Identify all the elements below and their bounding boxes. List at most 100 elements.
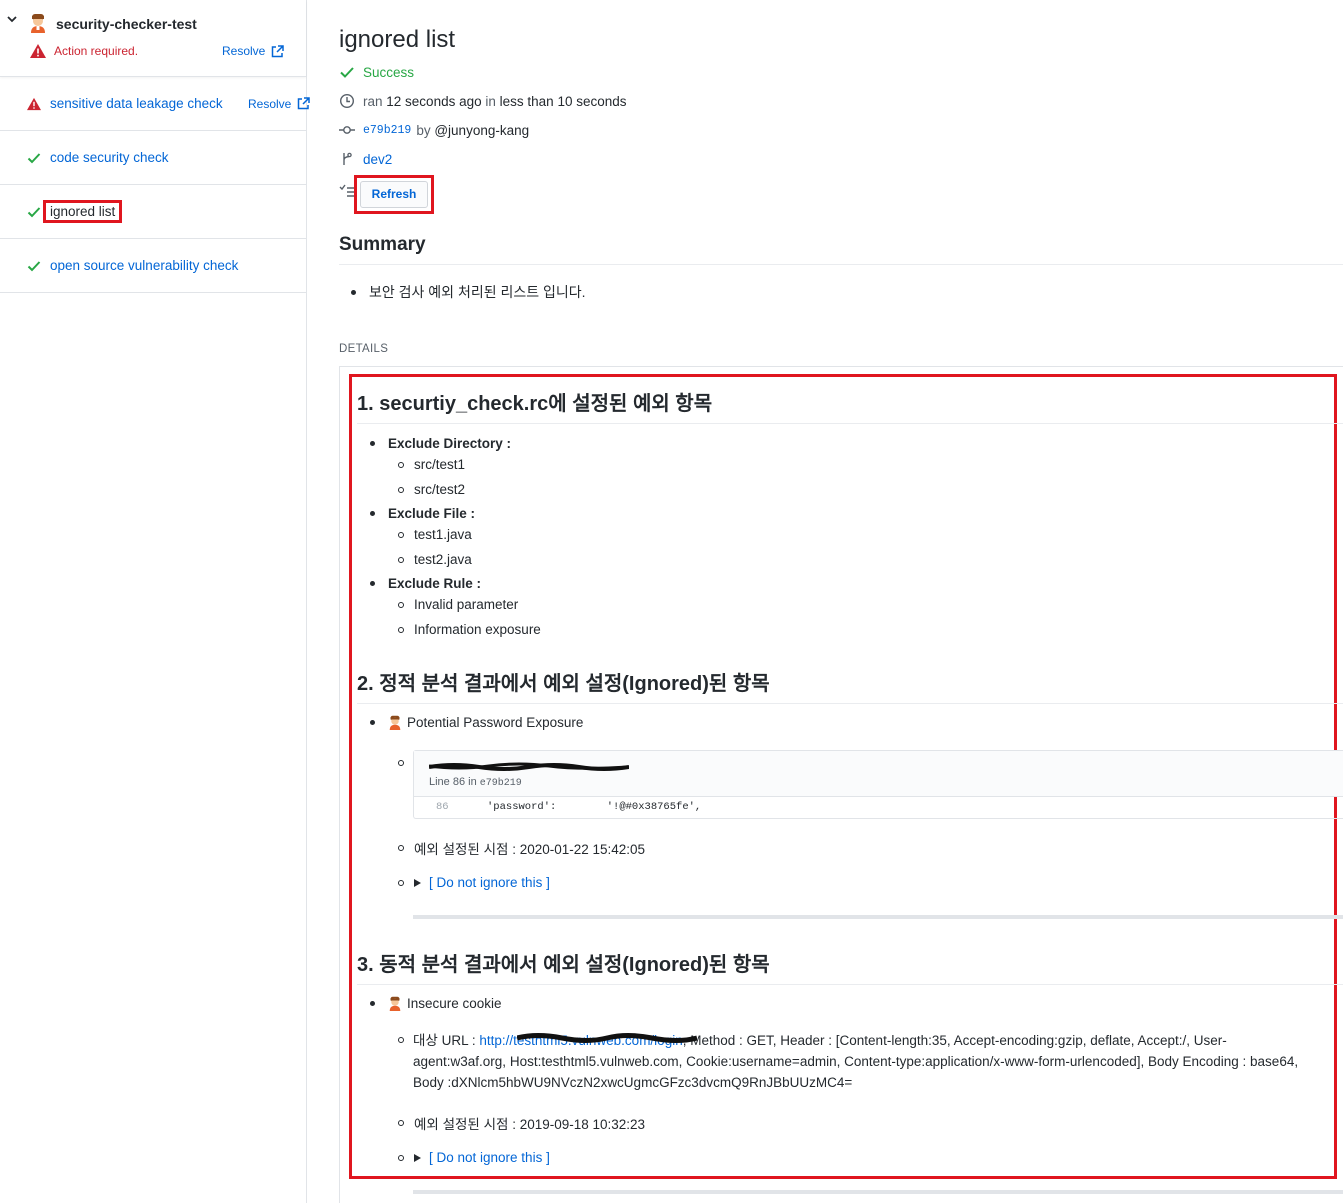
code-snippet: Line 86 in e79b219 86 'password': '!@#0x… (413, 750, 1343, 819)
alert-icon (30, 44, 46, 58)
bullet (398, 1154, 404, 1161)
ran-prefix: ran (363, 93, 383, 109)
ignored-timestamp: 예외 설정된 시점 : 2019-09-18 10:32:23 (414, 1117, 646, 1132)
in-word: in (485, 93, 496, 109)
sidebar-item-label: open source vulnerability check (50, 258, 239, 273)
divider (413, 1190, 1343, 1194)
resolve-link[interactable]: Resolve (248, 96, 311, 111)
list-item: test1.java (398, 527, 472, 542)
ran-when: 12 seconds ago (386, 93, 482, 109)
refresh-highlight: Refresh (354, 175, 434, 214)
sidebar-item-label: code security check (50, 150, 169, 165)
bullet (351, 289, 356, 295)
bullet (370, 720, 375, 725)
details-label: DETAILS (339, 343, 389, 355)
exclude-group-title: Exclude File : (388, 506, 476, 521)
branch-link[interactable]: dev2 (363, 152, 392, 167)
exclude-file-item: Exclude File : (370, 506, 475, 521)
bullet (398, 601, 404, 608)
code-line-info: Line 86 in e79b219 (429, 776, 522, 789)
list-item: test2.java (398, 552, 472, 567)
list-item: Invalid parameter (398, 597, 518, 612)
sidebar-item-label: ignored list (42, 200, 123, 223)
code-sha-link[interactable]: e79b219 (480, 778, 522, 789)
divider (413, 915, 1343, 919)
bullet (398, 626, 404, 633)
list-item: src/test1 (398, 457, 465, 472)
code-bullet (398, 760, 414, 766)
ran-row: ran 12 seconds ago in less than 10 secon… (339, 93, 627, 109)
external-link-icon (272, 44, 285, 57)
resolve-label: Resolve (222, 44, 266, 58)
summary-item-text: 보안 검사 예외 처리된 리스트 입니다. (369, 284, 586, 300)
bullet (370, 511, 375, 516)
branch-icon (343, 152, 352, 165)
do-not-ignore-item: [ Do not ignore this ] (398, 875, 550, 890)
do-not-ignore-link[interactable]: [ Do not ignore this ] (429, 1150, 550, 1165)
refresh-button[interactable]: Refresh (360, 181, 428, 208)
sidebar-item-code-security-check[interactable]: code security check (0, 131, 306, 185)
check-icon (27, 260, 41, 271)
sidebar-item-label: sensitive data leakage check (50, 96, 223, 111)
redacted-file-path (429, 762, 629, 771)
list-item: Information exposure (398, 622, 541, 637)
bullet (398, 531, 404, 538)
list-item-text: test1.java (414, 527, 472, 542)
check-icon (27, 206, 41, 217)
list-item-text: Information exposure (414, 622, 541, 637)
author[interactable]: @junyong-kang (434, 123, 529, 138)
list-item-text: src/test2 (414, 482, 466, 497)
exclude-rule-item: Exclude Rule : (370, 576, 481, 591)
target-prefix: 대상 URL : (413, 1033, 480, 1048)
external-link-icon (298, 97, 311, 110)
code-body: 86 'password': '!@#0x38765fe', (414, 797, 1343, 819)
action-required-text: Action required. (54, 44, 139, 58)
do-not-ignore-link[interactable]: [ Do not ignore this ] (429, 875, 550, 890)
sidebar: security-checker-test Action required. R… (0, 0, 311, 1203)
bullet (398, 879, 404, 886)
section1-heading: 1. securtiy_check.rc에 설정된 예외 항목 (357, 387, 1343, 424)
exclude-directory-item: Exclude Directory : (370, 436, 511, 451)
list-item-text: src/test1 (414, 457, 466, 472)
commit-row: e79b219 by @junyong-kang (339, 122, 529, 138)
by-word: by (416, 122, 431, 138)
status-text: Success (363, 64, 415, 80)
line-number: 86 (436, 801, 449, 813)
bullet (398, 845, 404, 851)
summary-heading: Summary (339, 234, 1343, 265)
triangle-right-icon[interactable] (414, 878, 421, 887)
exclude-group-title: Exclude Rule : (388, 576, 482, 591)
list-item-text: test2.java (414, 552, 472, 567)
sidebar-item-sensitive-data-leakage-check[interactable]: sensitive data leakage check Resolve (0, 77, 311, 131)
bullet (398, 461, 404, 468)
app-header: security-checker-test Action required. R… (0, 0, 306, 77)
chevron-down-icon[interactable] (7, 14, 17, 24)
avatar-icon (389, 996, 401, 1011)
summary-item: 보안 검사 예외 처리된 리스트 입니다. (351, 282, 586, 302)
resolve-link[interactable]: Resolve (222, 44, 285, 58)
triangle-right-icon[interactable] (414, 1153, 421, 1162)
tasklist-icon (339, 184, 354, 197)
bullet (398, 1120, 404, 1126)
ignored-timestamp-item: 예외 설정된 시점 : 2020-01-22 15:42:05 (398, 838, 645, 858)
section2-heading: 2. 정적 분석 결과에서 예외 설정(Ignored)된 항목 (357, 667, 1343, 704)
bullet (398, 556, 404, 563)
bullet (370, 441, 375, 446)
sidebar-item-open-source-vulnerability-check[interactable]: open source vulnerability check (0, 239, 306, 293)
resolve-label: Resolve (248, 96, 292, 111)
bullet (370, 1001, 375, 1006)
bullet (398, 486, 404, 493)
clock-icon (339, 93, 355, 109)
target-url-wrap: http://testhtml5.vulnweb.com/login (479, 1033, 698, 1048)
finding-item: Insecure cookie (370, 996, 502, 1011)
status-row: Success (339, 64, 414, 80)
check-icon (27, 152, 41, 163)
commit-sha-link[interactable]: e79b219 (363, 124, 411, 137)
duration: less than 10 seconds (499, 93, 627, 109)
finding-item: Potential Password Exposure (370, 715, 583, 730)
sidebar-item-ignored-list[interactable]: ignored list (0, 185, 306, 239)
bullet (398, 760, 404, 766)
redacted-url (517, 1033, 698, 1043)
details-box: 1. securtiy_check.rc에 설정된 예외 항목 Exclude … (339, 366, 1343, 1203)
page-title: ignored list (339, 26, 456, 53)
